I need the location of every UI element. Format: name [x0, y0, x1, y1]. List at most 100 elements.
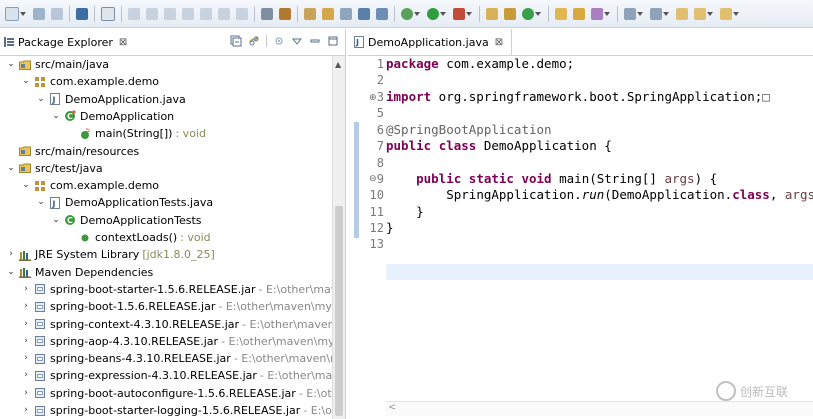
tree-item[interactable]: › spring-aop-4.3.10.RELEASE.jar - E:\other…	[21, 333, 333, 350]
package-explorer-title[interactable]: Package Explorer ⊠	[0, 36, 127, 49]
scroll-thumb[interactable]	[335, 206, 343, 416]
step-into-icon[interactable]	[200, 7, 212, 20]
tree-item[interactable]: › spring-boot-1.5.6.RELEASE.jar - E:\other…	[21, 298, 333, 315]
next-annotation-icon[interactable]	[624, 7, 636, 20]
view-menu-icon[interactable]	[291, 35, 303, 47]
tree-item[interactable]: › spring-boot-starter-logging-1.5.6.RELEA…	[21, 402, 333, 419]
open-folder-icon[interactable]	[555, 7, 567, 20]
prev-annotation-dropdown-icon[interactable]	[663, 11, 669, 16]
step-over-icon[interactable]	[218, 7, 230, 20]
expand-chevron-icon[interactable]: ⌄	[51, 108, 61, 125]
collapse-chevron-icon[interactable]: ›	[21, 385, 31, 402]
tree-item[interactable]: src/main/resources	[6, 143, 139, 160]
tree-item[interactable]: › spring-beans-4.3.10.RELEASE.jar - E:\oth…	[21, 350, 333, 367]
open-console-icon[interactable]	[261, 7, 273, 20]
fold-collapse-icon[interactable]: ⊖	[369, 174, 377, 184]
tree-item[interactable]: ⌄ C DemoApplication	[51, 108, 174, 125]
suspend-icon[interactable]	[146, 7, 158, 20]
step-return-icon[interactable]	[236, 7, 248, 20]
open-task-dropdown-icon[interactable]	[604, 11, 610, 16]
tree-item[interactable]: › spring-expression-4.3.10.RELEASE.jar - E…	[21, 367, 333, 384]
forward-icon[interactable]	[720, 7, 732, 20]
expand-chevron-icon[interactable]: ⌄	[6, 56, 16, 73]
package-explorer-tab[interactable]: Package Explorer ⊠	[0, 29, 345, 56]
save-all-icon[interactable]	[51, 7, 63, 20]
skip-breakpoints-icon[interactable]	[101, 6, 115, 21]
tree-item[interactable]: ⌄ com.example.demo	[21, 177, 159, 194]
new-class-dropdown-icon[interactable]	[535, 11, 541, 16]
open-task-icon[interactable]	[591, 7, 603, 20]
tree-item[interactable]: ⌄ J DemoApplicationTests.java	[36, 194, 213, 211]
brush-icon[interactable]	[322, 7, 334, 20]
collapse-chevron-icon[interactable]: ›	[21, 281, 31, 298]
collapse-chevron-icon[interactable]: ›	[21, 298, 31, 315]
tree-item[interactable]: › JRE System Library [jdk1.8.0_25]	[6, 246, 215, 263]
expand-chevron-icon[interactable]: ⌄	[21, 73, 31, 90]
expand-chevron-icon[interactable]: ⌄	[51, 212, 61, 229]
terminate-icon[interactable]	[164, 7, 176, 20]
scroll-up-icon[interactable]: ▲	[335, 60, 341, 69]
editor-tab-demoapplication[interactable]: J DemoApplication.java ⊠	[348, 29, 513, 55]
prev-annotation-icon[interactable]	[650, 7, 662, 20]
new-dropdown-icon[interactable]	[20, 11, 26, 16]
resume-icon[interactable]	[128, 7, 140, 20]
new-class-icon[interactable]	[522, 7, 534, 20]
minimize-icon[interactable]	[309, 35, 321, 47]
link-with-editor-icon[interactable]	[248, 35, 260, 47]
last-edit-icon[interactable]	[676, 7, 688, 20]
expand-chevron-icon[interactable]: ⌄	[21, 177, 31, 194]
debug-icon[interactable]	[401, 7, 413, 20]
forward-dropdown-icon[interactable]	[733, 11, 739, 16]
external-tools-icon[interactable]	[453, 7, 465, 20]
tree-item[interactable]: ⌄ Maven Dependencies	[6, 264, 153, 281]
link-icon[interactable]	[340, 7, 352, 20]
save-icon[interactable]	[33, 7, 45, 20]
collapse-chevron-icon[interactable]: ›	[6, 246, 16, 263]
new-package-icon[interactable]	[504, 7, 516, 20]
toggle-icon[interactable]	[279, 7, 291, 20]
close-icon[interactable]: ⊠	[119, 37, 127, 48]
scroll-left-icon[interactable]: <	[388, 402, 396, 413]
tree-item[interactable]: › spring-boot-autoconfigure-1.5.6.RELEASE…	[21, 385, 333, 402]
close-icon[interactable]: ⊠	[495, 37, 503, 48]
fold-expand-icon[interactable]: ⊕	[369, 93, 377, 103]
debug-dropdown-icon[interactable]	[414, 11, 420, 16]
new-java-project-icon[interactable]	[486, 7, 498, 20]
next-annotation-dropdown-icon[interactable]	[637, 11, 643, 16]
editor-horizontal-scrollbar[interactable]: <	[386, 401, 813, 416]
collapse-chevron-icon[interactable]: ›	[21, 367, 31, 384]
tree-item[interactable]: ⌄ src/main/java	[6, 56, 109, 73]
tree-item[interactable]: Smain(String[]): void	[66, 125, 206, 142]
console-icon[interactable]	[76, 7, 88, 20]
tree-item[interactable]: ⌄ C DemoApplicationTests	[51, 212, 201, 229]
expand-chevron-icon[interactable]: ⌄	[6, 160, 16, 177]
pin-icon[interactable]	[304, 7, 316, 20]
database-icon[interactable]	[376, 7, 388, 20]
server-icon[interactable]	[358, 7, 370, 20]
maximize-icon[interactable]	[327, 35, 339, 47]
tree-item[interactable]: contextLoads(): void	[66, 229, 211, 246]
collapsed-imports-box[interactable]: □	[762, 89, 770, 104]
expand-chevron-icon[interactable]: ⌄	[6, 264, 16, 281]
expand-chevron-icon[interactable]: ⌄	[36, 194, 46, 211]
back-icon[interactable]	[694, 7, 706, 20]
collapse-chevron-icon[interactable]: ›	[21, 402, 31, 419]
focus-icon[interactable]	[273, 35, 285, 47]
open-type-icon[interactable]	[573, 7, 585, 20]
collapse-all-icon[interactable]	[230, 35, 242, 47]
tree-item[interactable]: › spring-boot-starter-1.5.6.RELEASE.jar - …	[21, 281, 333, 298]
run-dropdown-icon[interactable]	[440, 11, 446, 16]
new-icon[interactable]	[5, 6, 19, 21]
tree-item[interactable]: ⌄ src/test/java	[6, 160, 102, 177]
tree-item[interactable]: ⌄ J DemoApplication.java	[36, 91, 185, 108]
run-icon[interactable]	[427, 7, 439, 20]
back-dropdown-icon[interactable]	[707, 11, 713, 16]
tree-vertical-scrollbar[interactable]: ▲	[332, 56, 345, 419]
disconnect-icon[interactable]	[182, 7, 194, 20]
expand-chevron-icon[interactable]: ⌄	[36, 91, 46, 108]
tree-item[interactable]: ⌄ com.example.demo	[21, 73, 159, 90]
external-tools-dropdown-icon[interactable]	[466, 11, 472, 16]
tree-item[interactable]: › spring-context-4.3.10.RELEASE.jar - E:\o…	[21, 316, 333, 333]
collapse-chevron-icon[interactable]: ›	[21, 316, 31, 333]
collapse-chevron-icon[interactable]: ›	[21, 333, 31, 350]
